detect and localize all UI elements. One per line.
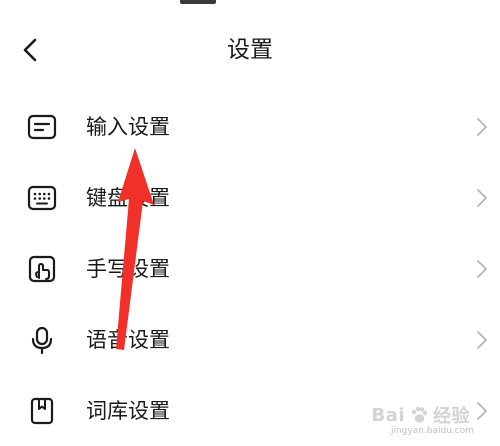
- header: 设置: [0, 20, 500, 80]
- keyboard-icon: [26, 182, 58, 214]
- settings-item-label: 手写设置: [86, 257, 170, 281]
- watermark: Bai 经验: [371, 402, 470, 428]
- settings-item-handwriting[interactable]: 手写设置: [0, 233, 500, 304]
- status-bar-fragment: [180, 0, 216, 4]
- settings-item-keyboard[interactable]: 键盘设置: [0, 162, 500, 233]
- chevron-right-icon: [474, 400, 490, 422]
- settings-item-label: 输入设置: [86, 115, 170, 139]
- input-box-icon: [26, 111, 58, 143]
- watermark-brand-suffix: 经验: [433, 406, 470, 427]
- settings-item-label: 语音设置: [86, 328, 170, 352]
- settings-item-input[interactable]: 输入设置: [0, 91, 500, 162]
- page-title: 设置: [227, 37, 273, 63]
- watermark-brand: Bai: [371, 404, 405, 426]
- settings-list: 输入设置 键盘设置 手写设置 语音设置 词库设置: [0, 91, 500, 446]
- settings-item-label: 键盘设置: [86, 186, 170, 210]
- microphone-icon: [26, 324, 58, 356]
- handwriting-icon: [26, 253, 58, 285]
- chevron-right-icon: [474, 187, 490, 209]
- chevron-right-icon: [474, 116, 490, 138]
- settings-item-label: 词库设置: [86, 399, 170, 423]
- settings-item-voice[interactable]: 语音设置: [0, 304, 500, 375]
- watermark-url: jingyan.baidu.com: [390, 426, 474, 436]
- paw-logo-icon: [411, 406, 428, 423]
- chevron-right-icon: [474, 258, 490, 280]
- chevron-right-icon: [474, 329, 490, 351]
- dictionary-icon: [26, 395, 58, 427]
